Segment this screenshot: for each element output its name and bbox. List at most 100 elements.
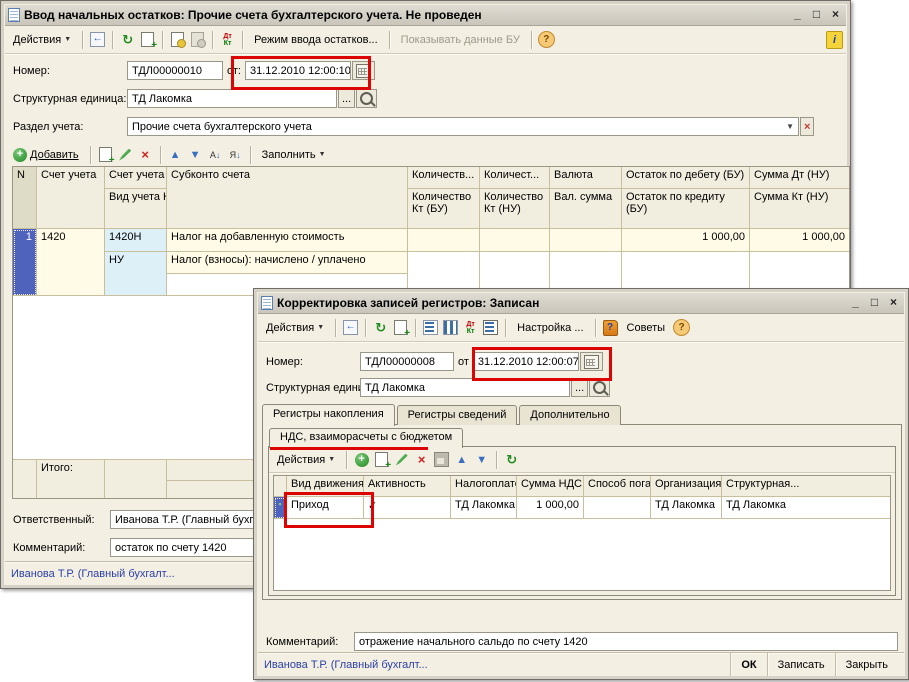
col-header-qty-kt-bu[interactable]: Количество Кт (БУ) <box>408 189 480 229</box>
copy-document-icon[interactable] <box>392 319 409 336</box>
sort-asc-icon[interactable]: А↓ <box>207 146 224 163</box>
help-icon[interactable]: ? <box>538 31 555 48</box>
col-header-sum-dt-nu[interactable]: Сумма Дт (НУ) <box>750 167 849 189</box>
chevron-down-icon[interactable]: ▼ <box>786 122 794 131</box>
move-up-icon[interactable]: ▲ <box>453 451 470 468</box>
settle-method-cell[interactable] <box>584 497 651 519</box>
edit-row-icon[interactable] <box>393 451 410 468</box>
col-header-account[interactable]: Счет учета <box>37 167 105 229</box>
front-titlebar[interactable]: Корректировка записей регистров: Записан… <box>258 293 904 314</box>
conduct-icon[interactable] <box>169 31 186 48</box>
add-row-button[interactable]: + Добавить <box>8 146 84 164</box>
copy-row-icon[interactable] <box>373 451 390 468</box>
col-header-qty-bu[interactable]: Количеств... <box>408 167 480 189</box>
move-up-icon[interactable]: ▲ <box>167 146 184 163</box>
help-icon[interactable]: ? <box>673 319 690 336</box>
actions-menu-button[interactable]: Действия▼ <box>272 452 340 468</box>
post-document-icon[interactable]: ← <box>342 319 359 336</box>
fill-menu-button[interactable]: Заполнить▼ <box>257 147 331 163</box>
search-icon[interactable] <box>356 89 377 108</box>
comment-field[interactable]: отражение начального сальдо по счету 142… <box>354 632 898 651</box>
undo-conduct-icon[interactable] <box>189 31 206 48</box>
col-header-credit-bu[interactable]: Остаток по кредиту (БУ) <box>622 189 750 229</box>
info-icon[interactable]: i <box>826 31 843 48</box>
col-header-organization[interactable]: Организация <box>651 476 722 497</box>
current-user-link[interactable]: Иванова Т.Р. (Главный бухгалт... <box>11 568 175 580</box>
account-nu-kind-cell[interactable]: НУ <box>105 252 167 296</box>
movements-grid-icon[interactable] <box>442 319 459 336</box>
col-header-taxpayer[interactable]: Налогоплате... <box>451 476 517 497</box>
refresh-icon[interactable]: ↻ <box>503 451 520 468</box>
number-field[interactable]: ТДЛ00000008 <box>360 352 454 371</box>
tab-accumulation-registers[interactable]: Регистры накопления <box>262 404 395 426</box>
col-header-currency[interactable]: Валюта <box>550 167 622 189</box>
tab-additional[interactable]: Дополнительно <box>519 405 620 425</box>
col-header-debit-bu[interactable]: Остаток по дебету (БУ) <box>622 167 750 189</box>
vat-sum-cell[interactable]: 1 000,00 <box>517 497 584 519</box>
row-number-cell[interactable]: 1 <box>13 229 37 296</box>
clear-icon[interactable]: × <box>800 117 814 136</box>
delete-row-icon[interactable]: × <box>137 146 154 163</box>
minimize-icon[interactable]: _ <box>790 8 805 22</box>
col-header-vat-sum[interactable]: Сумма НДС <box>517 476 584 497</box>
organization-cell[interactable]: ТД Лакомка <box>651 497 722 519</box>
report-icon[interactable] <box>482 319 499 336</box>
col-header-n[interactable]: N <box>13 167 37 229</box>
dtkt-icon[interactable]: ДтКт <box>462 319 479 336</box>
col-header-sum-kt-nu[interactable]: Сумма Кт (НУ) <box>750 189 849 229</box>
reread-icon[interactable]: ↻ <box>372 319 389 336</box>
balance-entry-mode-button[interactable]: Режим ввода остатков... <box>249 32 383 48</box>
col-header-cur-sum[interactable]: Вал. сумма <box>550 189 622 229</box>
col-header-kind-nu[interactable]: Вид учета НУ <box>105 189 167 229</box>
col-header-account-nu[interactable]: Счет учета НУ <box>105 167 167 189</box>
reread-icon[interactable]: ↻ <box>119 31 136 48</box>
tab-vat-register[interactable]: НДС, взаиморасчеты с бюджетом <box>269 428 463 448</box>
sort-desc-icon[interactable]: Я↓ <box>227 146 244 163</box>
section-field[interactable]: Прочие счета бухгалтерского учета ▼ <box>127 117 799 136</box>
col-header-activity[interactable]: Активность <box>364 476 451 497</box>
unit-field[interactable]: ТД Лакомка <box>127 89 337 108</box>
debit-balance-cell[interactable]: 1 000,00 <box>622 229 750 252</box>
maximize-icon[interactable]: □ <box>809 8 824 22</box>
close-icon[interactable]: × <box>886 296 901 310</box>
table-row[interactable]: 1 1420 1420Н НУ Налог на добавленную сто… <box>13 229 849 296</box>
close-icon[interactable]: × <box>828 8 843 22</box>
tab-information-registers[interactable]: Регистры сведений <box>397 405 518 425</box>
col-header-settle-method[interactable]: Способ пога... <box>584 476 651 497</box>
activity-cell[interactable]: ✓ <box>364 497 451 519</box>
delete-row-icon[interactable]: × <box>413 451 430 468</box>
actions-menu-button[interactable]: Действия▼ <box>261 320 329 336</box>
ellipsis-button[interactable]: ... <box>338 89 355 108</box>
back-titlebar[interactable]: Ввод начальных остатков: Прочие счета бу… <box>5 5 846 26</box>
col-header-qty-nu[interactable]: Количест... <box>480 167 550 189</box>
tips-button[interactable]: Советы <box>622 320 670 336</box>
col-header-structural-unit[interactable]: Структурная... <box>722 476 890 497</box>
close-button[interactable]: Закрыть <box>835 653 898 676</box>
structural-unit-cell[interactable]: ТД Лакомка <box>722 497 890 519</box>
current-user-link[interactable]: Иванова Т.Р. (Главный бухгалт... <box>264 659 428 671</box>
copy-document-icon[interactable] <box>139 31 156 48</box>
ok-button[interactable]: ОК <box>730 653 766 676</box>
minimize-icon[interactable]: _ <box>848 296 863 310</box>
actions-menu-button[interactable]: Действия▼ <box>8 32 76 48</box>
save-rows-icon[interactable] <box>433 451 450 468</box>
col-header-subconto[interactable]: Субконто счета <box>167 167 408 229</box>
subconto-cell[interactable]: Налог на добавленную стоимость <box>167 229 408 252</box>
save-button[interactable]: Записать <box>767 653 835 676</box>
add-row-icon[interactable]: + <box>353 451 370 468</box>
account-cell[interactable]: 1420 <box>37 229 105 296</box>
account-nu-cell[interactable]: 1420Н <box>105 229 167 252</box>
sum-dt-nu-cell[interactable]: 1 000,00 <box>750 229 849 252</box>
dtkt-icon[interactable]: ДтКт <box>219 31 236 48</box>
settings-button[interactable]: Настройка ... <box>512 320 588 336</box>
copy-row-icon[interactable] <box>97 146 114 163</box>
tips-book-icon[interactable]: ? <box>602 319 619 336</box>
number-field[interactable]: ТДЛ00000010 <box>127 61 223 80</box>
maximize-icon[interactable]: □ <box>867 296 882 310</box>
post-document-icon[interactable]: ← <box>89 31 106 48</box>
col-header-qty-kt-nu[interactable]: Количество Кт (НУ) <box>480 189 550 229</box>
move-down-icon[interactable]: ▼ <box>187 146 204 163</box>
edit-row-icon[interactable] <box>117 146 134 163</box>
movements-list-icon[interactable] <box>422 319 439 336</box>
subconto-nu-cell[interactable]: Налог (взносы): начислено / уплачено <box>167 252 408 274</box>
